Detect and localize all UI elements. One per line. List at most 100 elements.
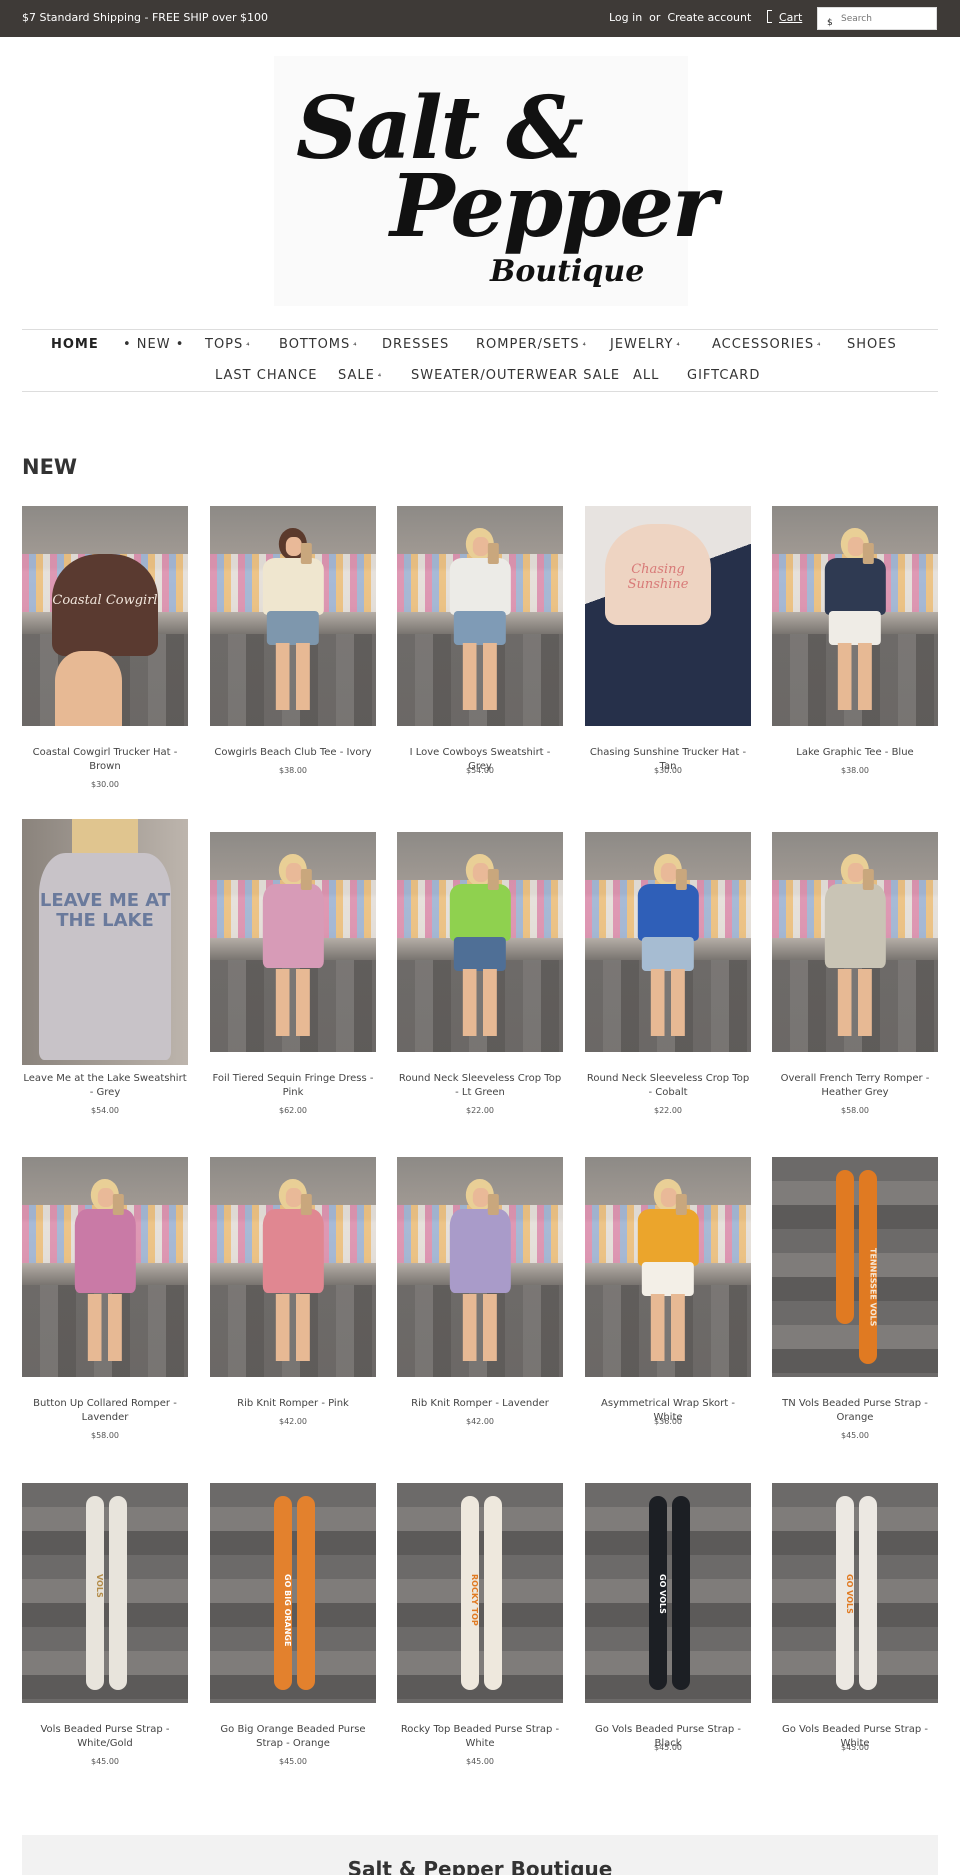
product-image[interactable]: [772, 832, 938, 1052]
create-account-link[interactable]: Create account: [667, 11, 751, 24]
model-legs: [463, 1294, 497, 1361]
cart-icon[interactable]: [767, 10, 772, 23]
product-name[interactable]: Overall French Terry Romper - Heather Gr…: [772, 1072, 938, 1100]
nav-romper-sets[interactable]: ROMPER/SETS ⁴: [476, 337, 587, 352]
product-name[interactable]: Round Neck Sleeveless Crop Top - Lt Gree…: [397, 1072, 563, 1100]
product-name[interactable]: Go Big Orange Beaded Purse Strap - Orang…: [210, 1723, 376, 1751]
nav-home[interactable]: HOME: [51, 337, 99, 352]
product-image[interactable]: LEAVE ME AT THE LAKE: [22, 819, 188, 1065]
product-price: $30.00: [91, 780, 119, 789]
model-top: [262, 1209, 324, 1293]
nav-all[interactable]: ALL: [633, 368, 659, 383]
product-image[interactable]: [22, 1157, 188, 1377]
dropdown-icon: ⁴: [246, 341, 251, 350]
product-price: $58.00: [91, 1431, 119, 1440]
product-name[interactable]: Rocky Top Beaded Purse Strap - White: [397, 1723, 563, 1751]
purse-strap-image: GO VOLS: [649, 1496, 668, 1690]
model-image: [817, 528, 893, 717]
product-name[interactable]: Foil Tiered Sequin Fringe Dress - Pink: [210, 1072, 376, 1100]
product-image[interactable]: Chasing Sunshine: [585, 506, 751, 726]
nav-sweater-outerwear-sale[interactable]: SWEATER/OUTERWEAR SALE: [411, 368, 620, 383]
product-name[interactable]: Button Up Collared Romper - Lavender: [22, 1397, 188, 1425]
footer-title: Salt & Pepper Boutique: [347, 1857, 613, 1875]
product-image[interactable]: [585, 1157, 751, 1377]
purse-strap-image: GO BIG ORANGE: [274, 1496, 293, 1690]
strap-text: VOLS: [95, 1573, 105, 1598]
model-bottom: [454, 937, 506, 972]
model-face: [285, 537, 303, 557]
search-icon[interactable]: $: [827, 18, 833, 28]
product-name[interactable]: Coastal Cowgirl Trucker Hat - Brown: [22, 746, 188, 774]
phone-image: [300, 543, 312, 564]
nav-jewelry[interactable]: JEWELRY ⁴: [610, 337, 681, 352]
login-link[interactable]: Log in: [609, 11, 642, 24]
product-price: $45.00: [654, 1743, 682, 1752]
model-image: [255, 528, 331, 717]
phone-image: [112, 1194, 124, 1215]
strap-text: TENNESSEE VOLS: [868, 1247, 878, 1326]
model-bottom: [267, 611, 319, 646]
product-image[interactable]: [397, 506, 563, 726]
nav-shoes[interactable]: SHOES: [847, 337, 897, 352]
nav-dresses[interactable]: DRESSES: [382, 337, 449, 352]
nav-label: DRESSES: [382, 337, 450, 352]
strap-text: GO VOLS: [845, 1573, 855, 1614]
product-price: $36.00: [654, 1417, 682, 1426]
product-image[interactable]: [210, 832, 376, 1052]
product-image[interactable]: ROCKY TOP: [397, 1483, 563, 1703]
product-name[interactable]: Lake Graphic Tee - Blue: [772, 746, 938, 760]
product-name[interactable]: TN Vols Beaded Purse Strap - Orange: [772, 1397, 938, 1425]
product-image[interactable]: [210, 506, 376, 726]
product-image[interactable]: Coastal Cowgirl: [22, 506, 188, 726]
purse-strap-image: ROCKY TOP: [461, 1496, 480, 1690]
nav-bottoms[interactable]: BOTTOMS ⁴: [279, 337, 358, 352]
phone-image: [487, 543, 499, 564]
product-image[interactable]: GO VOLS: [772, 1483, 938, 1703]
phone-image: [675, 869, 687, 890]
product-name[interactable]: Leave Me at the Lake Sweatshirt - Grey: [22, 1072, 188, 1100]
product-image[interactable]: [397, 1157, 563, 1377]
store-logo[interactable]: Salt & Pepper Boutique: [274, 56, 717, 306]
model-bottom: [642, 937, 694, 972]
nav-giftcard[interactable]: GIFTCARD: [687, 368, 760, 383]
nav-last-chance[interactable]: LAST CHANCE: [215, 368, 318, 383]
product-image[interactable]: [397, 832, 563, 1052]
purse-strap-image: [297, 1496, 316, 1690]
product-image[interactable]: GO BIG ORANGE: [210, 1483, 376, 1703]
product-price: $30.00: [654, 766, 682, 775]
product-image[interactable]: VOLS: [22, 1483, 188, 1703]
model-legs: [838, 643, 872, 710]
strap-text: ROCKY TOP: [470, 1573, 480, 1626]
model-face: [847, 863, 865, 883]
cart-link[interactable]: Cart: [779, 11, 802, 24]
product-name[interactable]: Round Neck Sleeveless Crop Top - Cobalt: [585, 1072, 751, 1100]
product-image[interactable]: [210, 1157, 376, 1377]
purse-strap-image: TENNESSEE VOLS: [859, 1170, 878, 1364]
product-image[interactable]: [585, 832, 751, 1052]
model-legs: [651, 1294, 685, 1361]
main-navigation: HOME • NEW • TOPS ⁴ BOTTOMS ⁴ DRESSES ROMP…: [22, 329, 938, 392]
model-top: [262, 884, 324, 968]
trucker-hat-image: Chasing Sunshine: [604, 523, 712, 625]
product-name[interactable]: Cowgirls Beach Club Tee - Ivory: [210, 746, 376, 760]
product-image[interactable]: [772, 506, 938, 726]
product-image[interactable]: GO VOLS: [585, 1483, 751, 1703]
product-name[interactable]: Vols Beaded Purse Strap - White/Gold: [22, 1723, 188, 1751]
search-box[interactable]: $: [817, 7, 937, 30]
nav-new[interactable]: • NEW •: [123, 337, 184, 352]
search-input[interactable]: [841, 11, 931, 26]
product-name[interactable]: Rib Knit Romper - Lavender: [397, 1397, 563, 1411]
nav-accessories[interactable]: ACCESSORIES ⁴: [712, 337, 821, 352]
purse-strap-image: [859, 1496, 878, 1690]
product-image[interactable]: TENNESSEE VOLS: [772, 1157, 938, 1377]
model-top: [262, 558, 324, 616]
product-name[interactable]: Rib Knit Romper - Pink: [210, 1397, 376, 1411]
model-legs: [88, 1294, 122, 1361]
model-legs: [276, 969, 310, 1036]
wood-background: [397, 1483, 563, 1703]
nav-sale[interactable]: SALE ⁴: [338, 368, 382, 383]
nav-tops[interactable]: TOPS ⁴: [205, 337, 250, 352]
nav-label: LAST CHANCE: [215, 368, 318, 383]
dropdown-icon: ⁴: [817, 341, 822, 350]
phone-image: [675, 1194, 687, 1215]
